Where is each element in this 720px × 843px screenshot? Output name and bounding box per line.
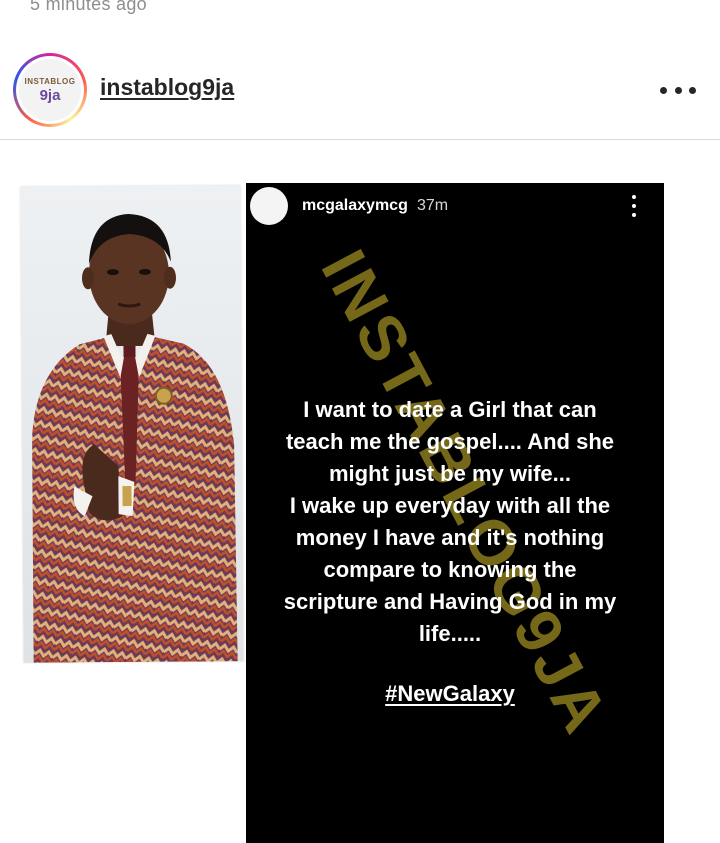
- person-photo: [20, 185, 244, 663]
- hashtag-link[interactable]: #NewGalaxy: [385, 681, 515, 706]
- person-illustration: [20, 185, 244, 663]
- post-header: INSTABLOG 9ja instablog9ja: [0, 40, 720, 140]
- post-timestamp: 5 minutes ago: [30, 0, 147, 14]
- logo-text-top: INSTABLOG: [24, 76, 76, 86]
- more-horizontal-icon[interactable]: [660, 78, 696, 102]
- story-time: 37m: [417, 197, 449, 214]
- more-vertical-icon[interactable]: [630, 195, 638, 217]
- avatar[interactable]: INSTABLOG 9ja: [13, 53, 87, 127]
- story-caption: I want to date a Girl that can teach me …: [283, 397, 617, 646]
- story-hashtag[interactable]: #NewGalaxy: [256, 681, 644, 707]
- post-username[interactable]: instablog9ja: [100, 74, 234, 101]
- story-username[interactable]: mcgalaxymcg: [302, 197, 408, 215]
- story-avatar[interactable]: [250, 187, 288, 225]
- logo-text-bottom: 9ja: [39, 86, 61, 104]
- story-screenshot: mcgalaxymcg 37m INSTABLOG9JA I want to d…: [246, 183, 664, 843]
- instablog-logo: INSTABLOG 9ja: [19, 59, 81, 121]
